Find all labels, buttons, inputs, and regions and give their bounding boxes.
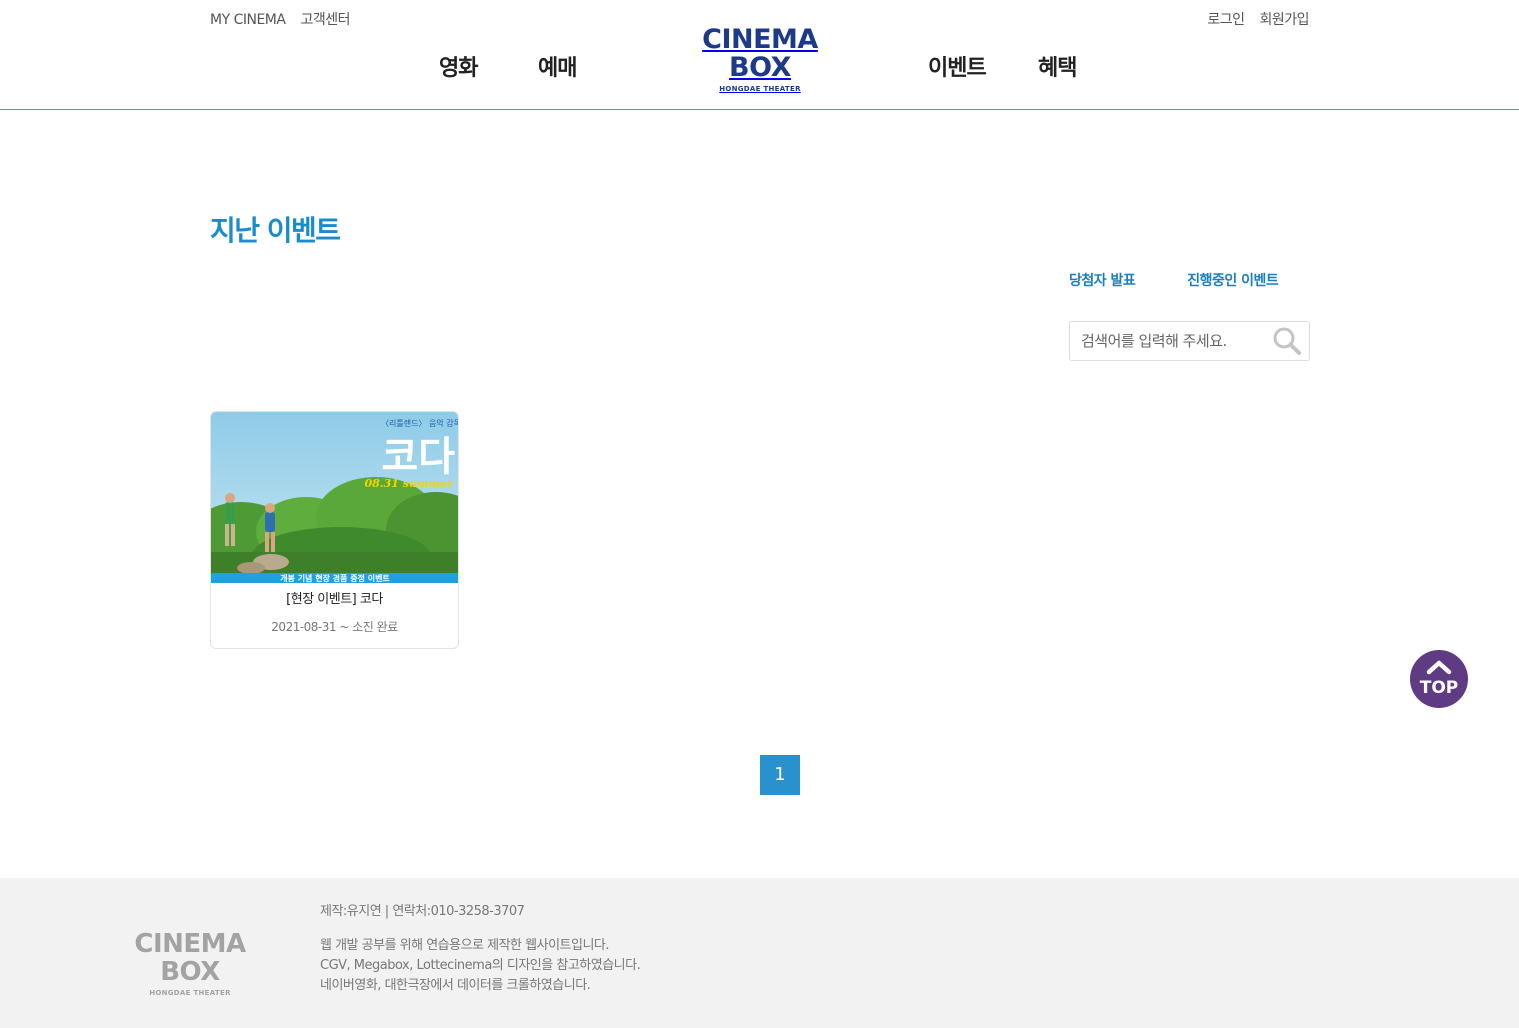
poster-banner-text: 개봉 기념 현장 경품 증정 이벤트 (280, 573, 390, 583)
page-button-current[interactable]: 1 (760, 755, 800, 795)
footer-logo-main: CINEMA BOX (134, 929, 246, 987)
tab-winners[interactable]: 당첨자 발표 (1069, 270, 1136, 292)
poster-title-text: 코다 (381, 434, 455, 480)
logo-main-text: CINEMA BOX (702, 24, 818, 83)
chevron-up-icon: TOP (1420, 660, 1459, 698)
search-box (1069, 321, 1310, 361)
event-tabs: 당첨자 발표 진행중인 이벤트 (1069, 270, 1279, 292)
poster-tag-text: 〈리틀랜드〉 음악 감독 (381, 418, 459, 428)
event-poster: 개봉 기념 현장 경품 증정 이벤트 〈리틀랜드〉 음악 감독 코다 08.31… (211, 412, 459, 583)
event-date: 2021-08-31 ~ 소진 완료 (271, 620, 398, 634)
site-logo[interactable]: CINEMA BOX HONGDAE THEATER (677, 26, 843, 94)
footer-desc-line: CGV, Megabox, Lottecinema의 디자인을 참고하였습니다. (320, 958, 641, 973)
footer-logo-sub: HONGDAE THEATER (149, 989, 231, 997)
gnb-movie[interactable]: 영화 (439, 54, 478, 84)
footer-desc-line: 웹 개발 공부를 위해 연습용으로 제작한 웹사이트입니다. (320, 938, 610, 953)
tab-ongoing-events[interactable]: 진행중인 이벤트 (1187, 270, 1279, 292)
footer-desc-line: 네이버영화, 대한극장에서 데이터를 크롤하였습니다. (320, 978, 591, 993)
customer-center-link[interactable]: 고객센터 (300, 10, 350, 30)
my-cinema-link[interactable]: MY CINEMA (210, 10, 286, 30)
poster-date-text: 08.31 summer (364, 477, 454, 490)
footer-description: 웹 개발 공부를 위해 연습용으로 제작한 웹사이트입니다. CGV, Mega… (320, 936, 641, 996)
site-header: MY CINEMA 고객센터 CINEMA BOX HONGDAE THEATE… (0, 0, 1519, 110)
gnb-event[interactable]: 이벤트 (928, 54, 987, 84)
search-input[interactable] (1070, 322, 1270, 360)
logo-sub-text: HONGDAE THEATER (719, 85, 801, 93)
top-label: TOP (1420, 678, 1459, 698)
gnb-booking[interactable]: 예매 (538, 54, 577, 84)
event-card[interactable]: 개봉 기념 현장 경품 증정 이벤트 〈리틀랜드〉 음악 감독 코다 08.31… (210, 411, 459, 649)
event-title: [현장 이벤트] 코다 (286, 592, 383, 607)
signup-link[interactable]: 회원가입 (1259, 10, 1309, 30)
pagination: 1 (760, 755, 800, 795)
utility-nav-left: MY CINEMA 고객센터 (210, 10, 350, 30)
login-link[interactable]: 로그인 (1207, 10, 1245, 30)
gnb-benefit[interactable]: 혜택 (1038, 54, 1077, 84)
utility-nav-right: 로그인 회원가입 (1207, 10, 1309, 30)
site-footer: CINEMA BOX HONGDAE THEATER 제작:유지연 | 연락처:… (0, 878, 1519, 1028)
footer-logo: CINEMA BOX HONGDAE THEATER (107, 930, 273, 998)
scroll-top-button[interactable]: TOP (1410, 650, 1468, 708)
footer-contact: 제작:유지연 | 연락처:010-3258-3707 (320, 904, 525, 919)
search-button[interactable] (1271, 325, 1303, 357)
magnifier-icon (1273, 327, 1301, 355)
page-title: 지난 이벤트 (210, 214, 341, 247)
